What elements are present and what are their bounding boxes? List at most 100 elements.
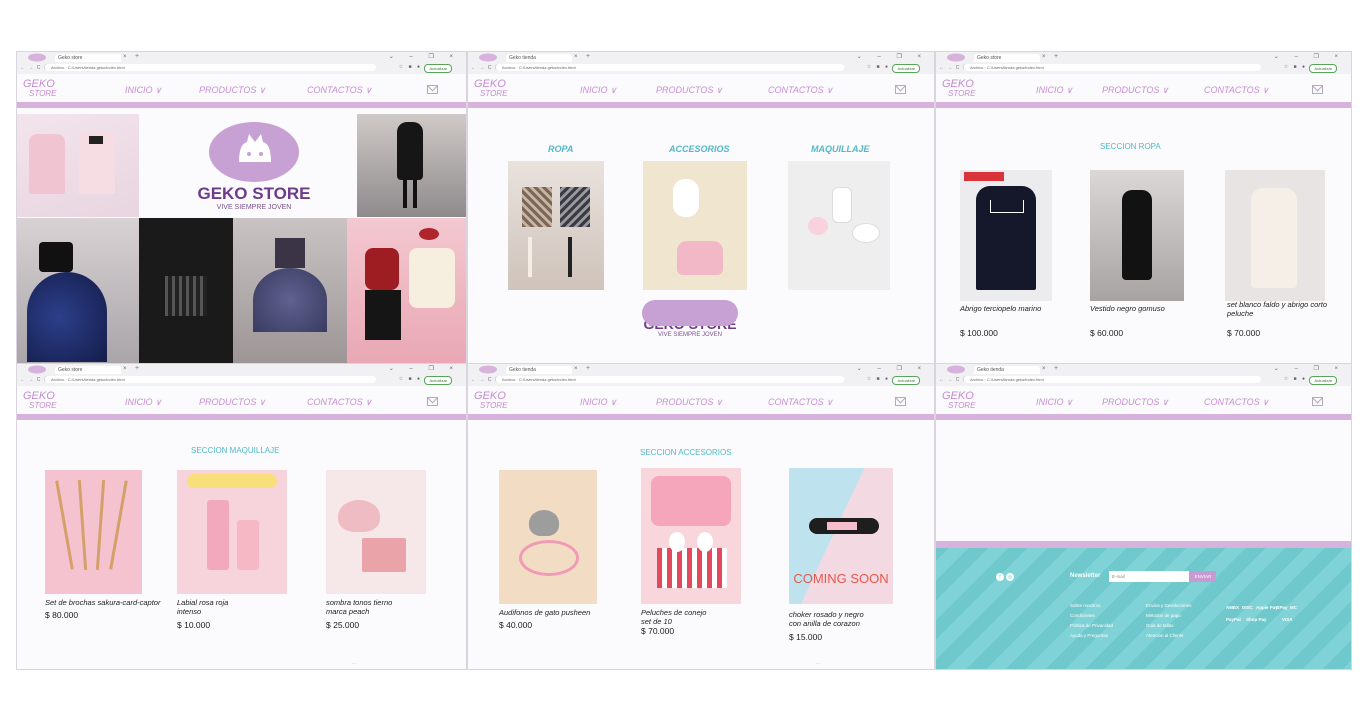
browser-tab[interactable]: Geko store (55, 366, 121, 374)
new-tab-icon[interactable]: + (1054, 365, 1058, 372)
category-maquillaje-title[interactable]: MAQUILLAJE (811, 144, 870, 154)
address-bar[interactable]: Archivo · C:/Users/tienda geko/index.htm… (496, 376, 844, 383)
site-logo[interactable]: GEKO STORE (474, 79, 507, 99)
browser-extension-icons[interactable]: ☆ ■ ● (1284, 64, 1307, 70)
footer-link[interactable]: Politica de Privacidad (1070, 623, 1113, 628)
product-image-white-set[interactable] (1225, 170, 1325, 301)
close-tab-icon[interactable]: × (123, 54, 127, 60)
nav-productos[interactable]: PRODUCTOS ∨ (656, 85, 722, 96)
nav-inicio[interactable]: INICIO ∨ (125, 85, 162, 96)
browser-extension-icons[interactable]: ☆ ■ ● (399, 376, 422, 382)
site-logo[interactable]: GEKO STORE (23, 79, 56, 99)
footer-link[interactable]: Condiciones (1070, 613, 1095, 618)
window-controls[interactable]: ⌄ – ❐ × (857, 53, 928, 60)
category-accesorios-image[interactable] (643, 161, 747, 290)
update-button[interactable]: Actualizar (1309, 376, 1337, 385)
window-controls[interactable]: ⌄ – ❐ × (857, 365, 928, 372)
close-tab-icon[interactable]: × (574, 366, 578, 372)
category-maquillaje-image[interactable] (788, 161, 890, 290)
new-tab-icon[interactable]: + (586, 365, 590, 372)
update-button[interactable]: Actualizar (1309, 64, 1337, 73)
product-image-bunnies[interactable] (641, 468, 741, 604)
nav-contactos[interactable]: CONTACTOS ∨ (1204, 85, 1269, 96)
product-image-brushes[interactable] (45, 470, 142, 594)
nav-contactos[interactable]: CONTACTOS ∨ (307, 397, 372, 408)
mail-icon[interactable] (427, 397, 438, 406)
browser-tab[interactable]: Geko tienda (506, 366, 572, 374)
new-tab-icon[interactable]: + (586, 53, 590, 60)
footer-link[interactable]: Sobre nosotros (1070, 603, 1101, 608)
new-tab-icon[interactable]: + (135, 53, 139, 60)
address-bar[interactable]: Archivo · C:/Users/tienda geko/index.htm… (45, 64, 376, 71)
browser-tab[interactable]: Geko store (974, 54, 1040, 62)
newsletter-email-input[interactable]: E-mail (1109, 571, 1189, 582)
update-button[interactable]: Actualizar (424, 64, 452, 73)
facebook-icon[interactable]: f (996, 573, 1004, 581)
new-tab-icon[interactable]: + (1054, 53, 1058, 60)
footer-link[interactable]: Atencion al Cliente (1146, 633, 1184, 638)
window-controls[interactable]: ⌄ – ❐ × (1274, 365, 1345, 372)
browser-tab[interactable]: Geko store (55, 54, 121, 62)
nav-productos[interactable]: PRODUCTOS ∨ (1102, 85, 1168, 96)
site-logo[interactable]: GEKO STORE (23, 391, 56, 411)
mail-icon[interactable] (1312, 397, 1323, 406)
footer-link[interactable]: Envíos y Devoluciones (1146, 603, 1192, 608)
product-image-lipstick[interactable] (177, 470, 287, 594)
nav-productos[interactable]: PRODUCTOS ∨ (199, 85, 265, 96)
product-image-black-dress[interactable] (1090, 170, 1184, 301)
category-ropa-title[interactable]: ROPA (548, 144, 573, 154)
mail-icon[interactable] (895, 397, 906, 406)
mail-icon[interactable] (1312, 85, 1323, 94)
close-tab-icon[interactable]: × (574, 54, 578, 60)
category-accesorios-title[interactable]: ACCESORIOS (669, 144, 730, 154)
panel-ropa: Geko store × + ⌄ – ❐ × ← → C ⓘ Archivo ·… (935, 51, 1352, 364)
address-bar[interactable]: Archivo · C:/Users/tienda geko/index.htm… (45, 376, 376, 383)
window-controls[interactable]: ⌄ – ❐ × (1274, 53, 1345, 60)
site-logo[interactable]: GEKO STORE (474, 391, 507, 411)
site-logo[interactable]: GEKO STORE (942, 391, 975, 411)
product-image-choker[interactable]: COMING SOON (789, 468, 893, 604)
address-bar[interactable]: Archivo · C:/Users/tienda geko/index.htm… (964, 64, 1261, 71)
update-button[interactable]: Actualizar (892, 376, 920, 385)
browser-extension-icons[interactable]: ☆ ■ ● (867, 376, 890, 382)
nav-inicio[interactable]: INICIO ∨ (1036, 85, 1073, 96)
footer-link[interactable]: Ayuda y Preguntas (1070, 633, 1108, 638)
product-image-headphones[interactable] (499, 470, 597, 604)
mail-icon[interactable] (895, 85, 906, 94)
nav-contactos[interactable]: CONTACTOS ∨ (768, 85, 833, 96)
nav-productos[interactable]: PRODUCTOS ∨ (656, 397, 722, 408)
browser-extension-icons[interactable]: ☆ ■ ● (867, 64, 890, 70)
browser-tab[interactable]: Geko tienda (974, 366, 1040, 374)
nav-inicio[interactable]: INICIO ∨ (125, 397, 162, 408)
nav-contactos[interactable]: CONTACTOS ∨ (1204, 397, 1269, 408)
update-button[interactable]: Actualizar (892, 64, 920, 73)
nav-productos[interactable]: PRODUCTOS ∨ (199, 397, 265, 408)
close-tab-icon[interactable]: × (1042, 366, 1046, 372)
nav-inicio[interactable]: INICIO ∨ (580, 397, 617, 408)
window-controls[interactable]: ⌄ – ❐ × (389, 53, 460, 60)
product-image-eyeshadow[interactable] (326, 470, 426, 594)
instagram-icon[interactable]: ◎ (1006, 573, 1014, 581)
new-tab-icon[interactable]: + (135, 365, 139, 372)
close-tab-icon[interactable]: × (1042, 54, 1046, 60)
close-tab-icon[interactable]: × (123, 366, 127, 372)
footer-link[interactable]: Metodos de pago (1146, 613, 1181, 618)
browser-extension-icons[interactable]: ☆ ■ ● (399, 64, 422, 70)
footer-link[interactable]: Guia de tallas (1146, 623, 1174, 628)
newsletter-send-button[interactable]: ENVIAR (1190, 571, 1216, 582)
nav-productos[interactable]: PRODUCTOS ∨ (1102, 397, 1168, 408)
site-logo[interactable]: GEKO STORE (942, 79, 975, 99)
address-bar[interactable]: Archivo · C:/Users/tienda geko/index.htm… (496, 64, 844, 71)
mail-icon[interactable] (427, 85, 438, 94)
nav-contactos[interactable]: CONTACTOS ∨ (768, 397, 833, 408)
nav-inicio[interactable]: INICIO ∨ (1036, 397, 1073, 408)
nav-contactos[interactable]: CONTACTOS ∨ (307, 85, 372, 96)
address-bar[interactable]: Archivo · C:/Users/tienda geko/index.htm… (964, 376, 1261, 383)
window-controls[interactable]: ⌄ – ❐ × (389, 365, 460, 372)
category-ropa-image[interactable] (508, 161, 604, 290)
browser-tab[interactable]: Geko tienda (506, 54, 572, 62)
browser-extension-icons[interactable]: ☆ ■ ● (1284, 376, 1307, 382)
update-button[interactable]: Actualizar (424, 376, 452, 385)
nav-inicio[interactable]: INICIO ∨ (580, 85, 617, 96)
product-image-coat[interactable] (960, 170, 1052, 301)
